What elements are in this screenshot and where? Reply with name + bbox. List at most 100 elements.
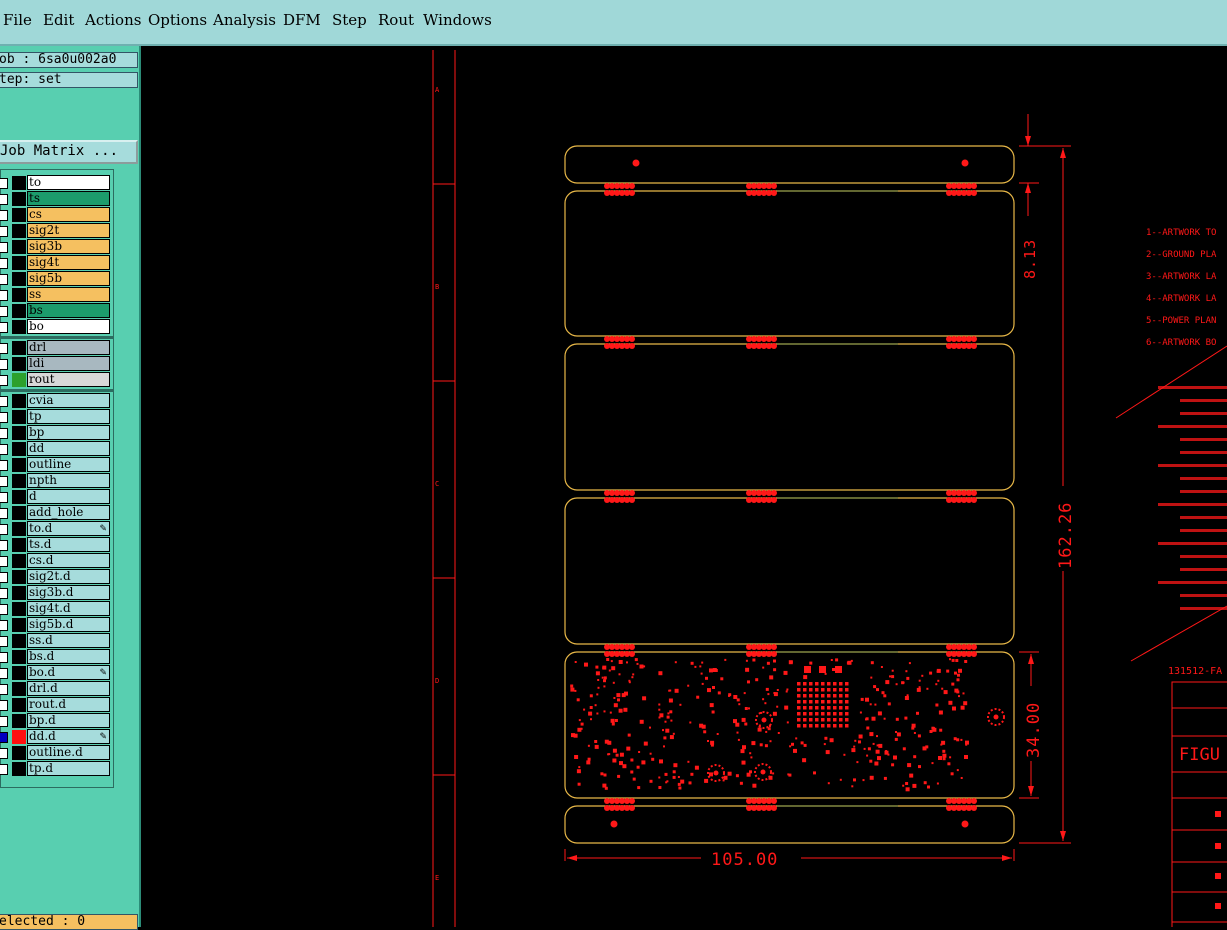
layer-color-swatch[interactable] <box>12 410 26 424</box>
layer-row-sig2t-d[interactable]: sig2t.d <box>0 569 113 585</box>
layer-color-swatch[interactable] <box>12 490 26 504</box>
layer-name[interactable]: to <box>27 175 110 190</box>
layer-checkbox[interactable] <box>0 652 8 663</box>
layer-checkbox[interactable] <box>0 428 8 439</box>
pcb-drawing[interactable]: A B C D E 105.00 162.26 8.13 34.00 1--ARTWORK TO 2… <box>141 46 1227 927</box>
layer-checkbox[interactable] <box>0 508 8 519</box>
layer-name[interactable]: cs <box>27 207 110 222</box>
layer-color-swatch[interactable] <box>12 618 26 632</box>
layer-row-cvia[interactable]: cvia <box>0 393 113 409</box>
layer-checkbox[interactable] <box>0 764 8 775</box>
layer-row-bo-d[interactable]: bo.d ✎ <box>0 665 113 681</box>
layer-checkbox[interactable] <box>0 444 8 455</box>
layer-name[interactable]: rout <box>27 372 110 387</box>
layer-color-swatch[interactable] <box>12 666 26 680</box>
layer-checkbox[interactable] <box>0 716 8 727</box>
layer-checkbox[interactable] <box>0 524 8 535</box>
layer-row-drl[interactable]: drl <box>0 340 113 356</box>
layer-name[interactable]: ss <box>27 287 110 302</box>
layer-color-swatch[interactable] <box>12 522 26 536</box>
layer-checkbox[interactable] <box>0 620 8 631</box>
layer-color-swatch[interactable] <box>12 698 26 712</box>
layer-name[interactable]: cvia <box>27 393 110 408</box>
layer-row-sig5b-d[interactable]: sig5b.d <box>0 617 113 633</box>
layer-checkbox[interactable] <box>0 572 8 583</box>
layer-checkbox[interactable] <box>0 412 8 423</box>
layer-row-sig4t[interactable]: sig4t <box>0 255 113 271</box>
layer-checkbox[interactable] <box>0 359 8 370</box>
layer-checkbox[interactable] <box>0 492 8 503</box>
layer-name[interactable]: drl <box>27 340 110 355</box>
layer-color-swatch[interactable] <box>12 192 26 206</box>
layer-checkbox[interactable] <box>0 290 8 301</box>
graphic-canvas[interactable]: A B C D E 105.00 162.26 8.13 34.00 1--ARTWORK TO 2… <box>141 46 1227 927</box>
layer-row-ss-d[interactable]: ss.d <box>0 633 113 649</box>
layer-color-swatch[interactable] <box>12 682 26 696</box>
layer-color-swatch[interactable] <box>12 634 26 648</box>
layer-row-sig2t[interactable]: sig2t <box>0 223 113 239</box>
layer-row-sig4t-d[interactable]: sig4t.d <box>0 601 113 617</box>
layer-color-swatch[interactable] <box>12 373 26 387</box>
layer-color-swatch[interactable] <box>12 224 26 238</box>
layer-checkbox[interactable] <box>0 684 8 695</box>
layer-name[interactable]: bp <box>27 425 110 440</box>
layer-color-swatch[interactable] <box>12 538 26 552</box>
layer-checkbox[interactable] <box>0 322 8 333</box>
menu-options[interactable]: Options <box>148 11 207 29</box>
layer-row-bp-d[interactable]: bp.d <box>0 713 113 729</box>
layer-checkbox[interactable] <box>0 732 8 743</box>
menu-step[interactable]: Step <box>332 11 367 29</box>
layer-checkbox[interactable] <box>0 460 8 471</box>
layer-name[interactable]: sig5b <box>27 271 110 286</box>
menu-rout[interactable]: Rout <box>378 11 414 29</box>
layer-color-swatch[interactable] <box>12 304 26 318</box>
layer-checkbox[interactable] <box>0 540 8 551</box>
layer-name[interactable]: sig3b.d <box>27 585 110 600</box>
layer-name[interactable]: dd.d ✎ <box>27 729 110 744</box>
layer-name[interactable]: to.d ✎ <box>27 521 110 536</box>
layer-checkbox[interactable] <box>0 700 8 711</box>
layer-row-ldi[interactable]: ldi <box>0 356 113 372</box>
layer-color-swatch[interactable] <box>12 570 26 584</box>
layer-color-swatch[interactable] <box>12 762 26 776</box>
layer-row-tp-d[interactable]: tp.d <box>0 761 113 777</box>
layer-name[interactable]: sig3b <box>27 239 110 254</box>
layer-name[interactable]: bo <box>27 319 110 334</box>
layer-name[interactable]: ts <box>27 191 110 206</box>
layer-row-sig3b[interactable]: sig3b <box>0 239 113 255</box>
layer-name[interactable]: sig2t <box>27 223 110 238</box>
layer-checkbox[interactable] <box>0 375 8 386</box>
layer-color-swatch[interactable] <box>12 442 26 456</box>
layer-checkbox[interactable] <box>0 604 8 615</box>
menu-dfm[interactable]: DFM <box>283 11 321 29</box>
layer-name[interactable]: bp.d <box>27 713 110 728</box>
layer-checkbox[interactable] <box>0 396 8 407</box>
layer-name[interactable]: drl.d <box>27 681 110 696</box>
layer-row-cs[interactable]: cs <box>0 207 113 223</box>
layer-name[interactable]: ts.d <box>27 537 110 552</box>
layer-color-swatch[interactable] <box>12 208 26 222</box>
layer-row-add-hole[interactable]: add_hole <box>0 505 113 521</box>
layer-checkbox[interactable] <box>0 588 8 599</box>
layer-color-swatch[interactable] <box>12 650 26 664</box>
layer-name[interactable]: bo.d ✎ <box>27 665 110 680</box>
menu-file[interactable]: File <box>3 11 32 29</box>
layer-name[interactable]: cs.d <box>27 553 110 568</box>
layer-checkbox[interactable] <box>0 194 8 205</box>
layer-checkbox[interactable] <box>0 668 8 679</box>
layer-checkbox[interactable] <box>0 306 8 317</box>
layer-color-swatch[interactable] <box>12 394 26 408</box>
layer-name[interactable]: rout.d <box>27 697 110 712</box>
layer-checkbox[interactable] <box>0 748 8 759</box>
layer-row-ts-d[interactable]: ts.d <box>0 537 113 553</box>
layer-name[interactable]: sig5b.d <box>27 617 110 632</box>
layer-row-dd[interactable]: dd <box>0 441 113 457</box>
layer-row-sig3b-d[interactable]: sig3b.d <box>0 585 113 601</box>
layer-color-swatch[interactable] <box>12 730 26 744</box>
layer-name[interactable]: bs.d <box>27 649 110 664</box>
layer-row-outline-d[interactable]: outline.d <box>0 745 113 761</box>
layer-color-swatch[interactable] <box>12 506 26 520</box>
layer-row-bo[interactable]: bo <box>0 319 113 335</box>
layer-color-swatch[interactable] <box>12 746 26 760</box>
layer-row-tp[interactable]: tp <box>0 409 113 425</box>
